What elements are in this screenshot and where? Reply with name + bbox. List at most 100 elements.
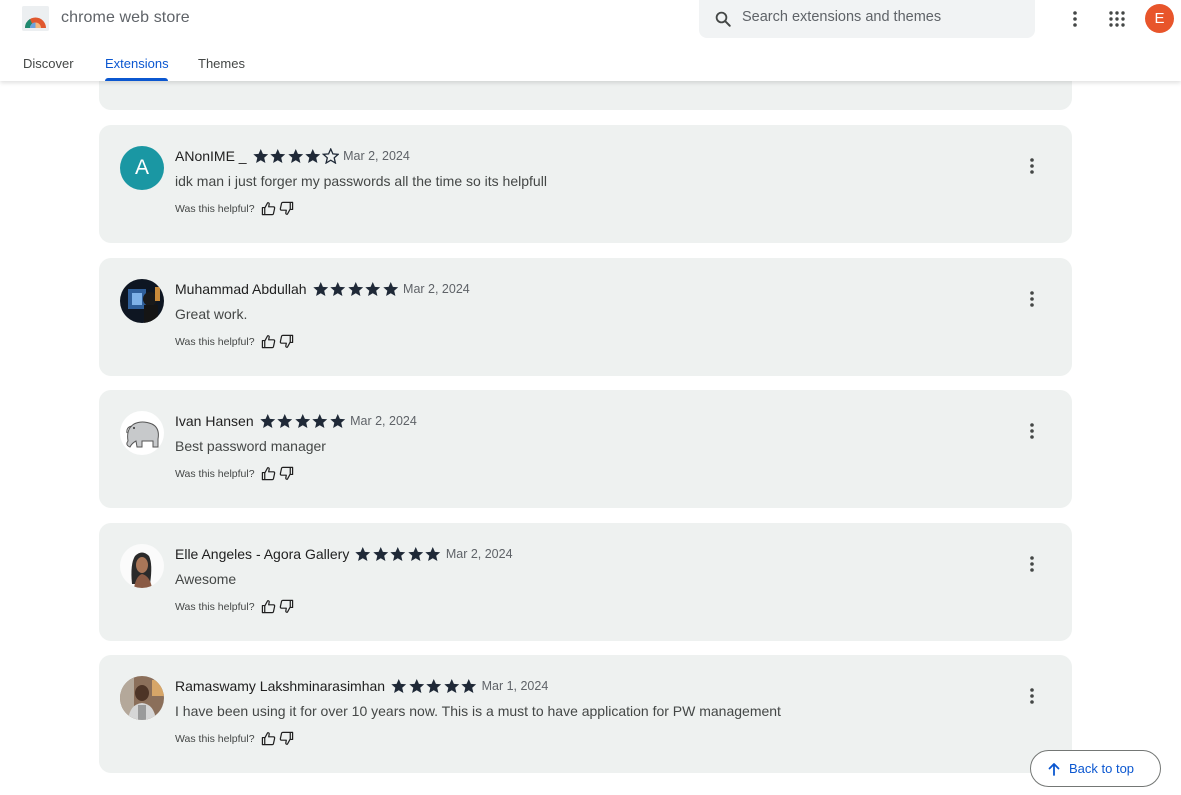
review-date: Mar 2, 2024 — [403, 282, 470, 296]
star-filled-icon — [408, 679, 424, 693]
helpful-row: Was this helpful? — [175, 466, 294, 481]
helpful-label: Was this helpful? — [175, 335, 255, 348]
review-more-options-icon[interactable] — [1021, 420, 1043, 442]
thumbs-down-icon[interactable] — [279, 201, 294, 216]
search-input[interactable] — [742, 9, 1022, 25]
review-text: Great work. — [175, 306, 248, 322]
helpful-label: Was this helpful? — [175, 202, 255, 215]
star-filled-icon — [365, 282, 381, 296]
review-more-options-icon[interactable] — [1021, 685, 1043, 707]
star-filled-icon — [277, 414, 293, 428]
helpful-row: Was this helpful? — [175, 334, 294, 349]
arrow-up-icon — [1048, 762, 1060, 776]
back-to-top-label: Back to top — [1069, 761, 1135, 776]
review-card: Ramaswamy Lakshminarasimhan Mar 1, 2024 I … — [99, 655, 1072, 773]
review-header: ANonIME _ Mar 2, 2024 — [175, 148, 410, 164]
reviewer-avatar — [120, 544, 164, 588]
review-text: Awesome — [175, 571, 237, 587]
star-filled-icon — [312, 282, 328, 296]
search-icon[interactable] — [714, 10, 732, 28]
reviewer-avatar: A — [120, 146, 164, 190]
thumbs-up-icon[interactable] — [261, 334, 276, 349]
reviewer-avatar — [120, 411, 164, 455]
review-date: Mar 2, 2024 — [445, 547, 513, 561]
search-box[interactable] — [699, 0, 1035, 38]
review-date: Mar 2, 2024 — [343, 149, 410, 163]
star-rating — [390, 678, 478, 694]
review-date: Mar 1, 2024 — [481, 679, 549, 693]
review-text: I have been using it for over 10 years n… — [175, 703, 781, 719]
star-filled-icon — [443, 679, 459, 693]
reviewer-name: Elle Angeles - Agora Gallery — [175, 546, 350, 562]
chrome-web-store-logo[interactable] — [22, 6, 49, 31]
star-rating — [312, 281, 400, 297]
tab-discover[interactable]: Discover — [23, 56, 74, 71]
star-rating — [252, 148, 340, 164]
back-to-top-button[interactable]: Back to top — [1030, 750, 1161, 787]
apps-grid-icon[interactable] — [1106, 8, 1128, 30]
top-header: chrome web store Discover Extensions The… — [0, 0, 1181, 81]
review-text: Best password manager — [175, 438, 326, 454]
helpful-label: Was this helpful? — [175, 732, 255, 745]
review-more-options-icon[interactable] — [1021, 155, 1043, 177]
thumbs-up-icon[interactable] — [261, 731, 276, 746]
tab-extensions[interactable]: Extensions — [105, 56, 169, 71]
star-filled-icon — [294, 414, 310, 428]
star-rating — [354, 546, 442, 562]
reviewer-name: Ivan Hansen — [175, 413, 254, 429]
thumbs-down-icon[interactable] — [279, 334, 294, 349]
helpful-row: Was this helpful? — [175, 599, 294, 614]
star-filled-icon — [329, 414, 345, 428]
review-text: idk man i just forger my passwords all t… — [175, 173, 547, 189]
star-filled-icon — [408, 547, 424, 561]
review-more-options-icon[interactable] — [1021, 553, 1043, 575]
review-header: Ramaswamy Lakshminarasimhan Mar 1, 2024 — [175, 678, 548, 694]
star-filled-icon — [390, 547, 406, 561]
helpful-row: Was this helpful? — [175, 201, 294, 216]
star-filled-icon — [425, 547, 441, 561]
helpful-row: Was this helpful? — [175, 731, 294, 746]
tab-themes[interactable]: Themes — [198, 56, 245, 71]
account-avatar[interactable]: E — [1145, 4, 1174, 33]
helpful-label: Was this helpful? — [175, 600, 255, 613]
thumbs-up-icon[interactable] — [261, 599, 276, 614]
star-filled-icon — [287, 149, 303, 163]
review-card: Elle Angeles - Agora Gallery Mar 2, 2024 A… — [99, 523, 1072, 641]
thumbs-up-icon[interactable] — [261, 466, 276, 481]
reviewer-avatar — [120, 279, 164, 323]
thumbs-up-icon[interactable] — [261, 201, 276, 216]
reviewer-name: Muhammad Abdullah — [175, 281, 307, 297]
active-tab-indicator — [105, 78, 168, 81]
thumbs-down-icon[interactable] — [279, 599, 294, 614]
star-filled-icon — [270, 149, 286, 163]
star-filled-icon — [305, 149, 321, 163]
star-filled-icon — [312, 414, 328, 428]
reviewer-name: ANonIME _ — [175, 148, 247, 164]
more-vert-icon[interactable] — [1064, 8, 1086, 30]
star-filled-icon — [426, 679, 442, 693]
review-card: Muhammad Abdullah Mar 2, 2024 Great work. W… — [99, 258, 1072, 376]
star-filled-icon — [347, 282, 363, 296]
thumbs-down-icon[interactable] — [279, 731, 294, 746]
star-filled-icon — [382, 282, 398, 296]
star-filled-icon — [391, 679, 407, 693]
star-filled-icon — [330, 282, 346, 296]
star-filled-icon — [373, 547, 389, 561]
review-card: Ivan Hansen Mar 2, 2024 Best password mana… — [99, 390, 1072, 508]
star-filled-icon — [355, 547, 371, 561]
review-header: Ivan Hansen Mar 2, 2024 — [175, 413, 417, 429]
reviewer-avatar — [120, 676, 164, 720]
star-filled-icon — [252, 149, 268, 163]
star-filled-icon — [259, 414, 275, 428]
review-header: Muhammad Abdullah Mar 2, 2024 — [175, 281, 470, 297]
star-filled-icon — [461, 679, 477, 693]
review-date: Mar 2, 2024 — [350, 414, 417, 428]
reviewer-name: Ramaswamy Lakshminarasimhan — [175, 678, 386, 694]
review-header: Elle Angeles - Agora Gallery Mar 2, 2024 — [175, 546, 513, 562]
review-more-options-icon[interactable] — [1021, 288, 1043, 310]
star-empty-icon — [321, 148, 340, 164]
star-rating — [259, 413, 347, 429]
thumbs-down-icon[interactable] — [279, 466, 294, 481]
brand-title: chrome web store — [61, 9, 190, 26]
review-card: A ANonIME _ Mar 2, 2024 idk man i just forg… — [99, 125, 1072, 243]
